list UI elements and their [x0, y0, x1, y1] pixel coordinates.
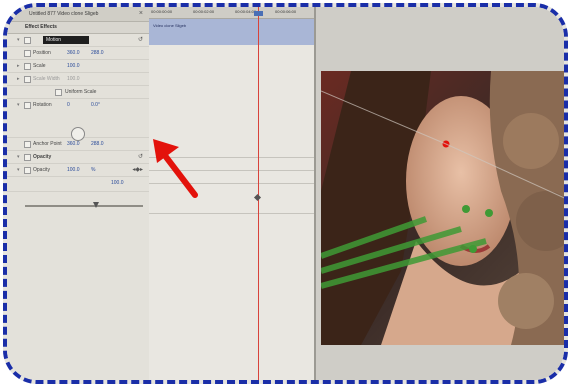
rotation-turns[interactable]: 0	[67, 99, 70, 111]
opacity-label: Opacity	[33, 167, 50, 173]
stopwatch-icon[interactable]	[24, 76, 31, 83]
stopwatch-icon[interactable]	[24, 141, 31, 148]
position-y[interactable]: 288.0	[91, 47, 104, 59]
twirl-icon[interactable]: ▾	[17, 151, 20, 163]
stopwatch-icon[interactable]	[24, 102, 31, 109]
rotation-degrees[interactable]: 0.0°	[91, 99, 100, 111]
scale-width-label: Scale Width	[33, 76, 60, 82]
reset-icon[interactable]: ↺	[138, 34, 143, 46]
twirl-icon[interactable]: ▾	[17, 99, 20, 111]
time-ruler[interactable]: 00:00:00:00 00:00:02:00 00:00:04:00 00:0…	[149, 7, 314, 19]
row-uniform-scale: Uniform Scale	[7, 86, 149, 99]
uniform-scale-checkbox[interactable]	[55, 89, 62, 96]
video-frame[interactable]	[321, 71, 568, 345]
twirl-icon[interactable]: ▸	[17, 60, 20, 72]
twirl-icon[interactable]: ▸	[17, 73, 20, 85]
rotation-dial[interactable]	[71, 127, 85, 141]
fx-toggle[interactable]	[24, 37, 31, 44]
keyframe-nav-icon[interactable]: ◂◆▸	[132, 164, 143, 176]
panel-header: Effect Effects	[7, 22, 149, 34]
anchor-point-label: Anchor Point	[33, 141, 62, 147]
rotation-label: Rotation	[33, 102, 52, 108]
dashed-frame: Untitled 877 Video clone Sligeb × Effect…	[3, 3, 568, 384]
stopwatch-icon[interactable]	[24, 167, 31, 174]
uniform-scale-label: Uniform Scale	[65, 89, 97, 95]
program-monitor	[316, 7, 568, 380]
scale-width-value[interactable]: 100.0	[67, 73, 80, 85]
window-title: Untitled 877 Video clone Sligeb ×	[7, 7, 149, 22]
opacity-slider-track[interactable]	[25, 205, 143, 207]
window-title-text: Untitled 877 Video clone Sligeb	[29, 11, 99, 17]
ruler-label: 00:00:06:00	[275, 9, 297, 14]
red-arrow-icon	[153, 139, 198, 198]
twirl-icon[interactable]: ▾	[17, 34, 20, 46]
opacity-value[interactable]: 100.0	[67, 164, 80, 176]
position-label: Position	[33, 50, 51, 56]
row-motion[interactable]: ▾ Motion ↺	[7, 34, 149, 47]
anchor-y[interactable]: 288.0	[91, 138, 104, 150]
ruler-label: 00:00:04:00	[235, 9, 257, 14]
opacity-max-value: 100.0	[111, 180, 124, 186]
clip-bar[interactable]: Video clone Sligeb	[149, 19, 314, 45]
ruler-label: 00:00:02:00	[193, 9, 215, 14]
fx-toggle[interactable]	[24, 154, 31, 161]
scale-value[interactable]: 100.0	[67, 60, 80, 72]
row-opacity: ▾ Opacity 100.0 % ◂◆▸	[7, 164, 149, 177]
reset-icon[interactable]: ↺	[138, 151, 143, 163]
opacity-group-label: Opacity	[33, 154, 52, 160]
row-scale: ▸ Scale 100.0	[7, 60, 149, 73]
scale-label: Scale	[33, 63, 46, 69]
row-position: Position 360.0 288.0	[7, 47, 149, 60]
clip-name: Video clone Sligeb	[153, 23, 187, 28]
stopwatch-icon[interactable]	[24, 50, 31, 57]
row-opacity-range: 100.0	[7, 177, 149, 192]
stopwatch-icon[interactable]	[24, 63, 31, 70]
position-x[interactable]: 360.0	[67, 47, 80, 59]
close-icon[interactable]: ×	[139, 7, 143, 21]
playhead-line[interactable]	[258, 7, 259, 380]
effect-controls-panel: Untitled 877 Video clone Sligeb × Effect…	[7, 7, 150, 380]
row-scale-width: ▸ Scale Width 100.0	[7, 73, 149, 86]
playhead-handle[interactable]	[254, 11, 263, 16]
row-opacity-group[interactable]: ▾ Opacity ↺	[7, 151, 149, 164]
motion-label: Motion	[43, 36, 89, 44]
opacity-unit: %	[91, 167, 96, 173]
keyframe-marker[interactable]	[253, 193, 262, 202]
opacity-slider-knob[interactable]	[93, 202, 99, 208]
track-divider	[149, 213, 314, 214]
ruler-label: 00:00:00:00	[151, 9, 173, 14]
twirl-icon[interactable]: ▾	[17, 164, 20, 176]
